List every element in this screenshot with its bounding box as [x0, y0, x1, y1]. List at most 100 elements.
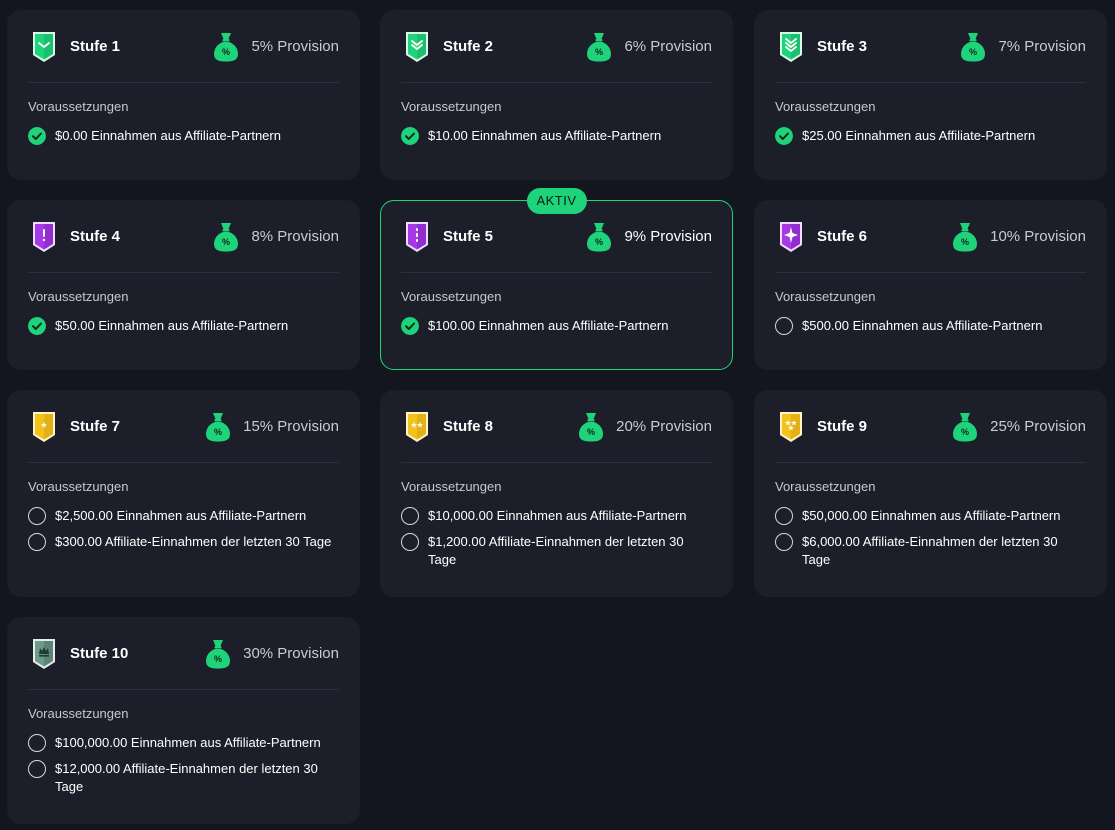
provision: 8% Provision [213, 222, 339, 252]
requirement-item: $25.00 Einnahmen aus Affiliate-Partnern [775, 127, 1086, 145]
provision-label: 9% Provision [624, 228, 712, 245]
empty-circle-icon [401, 533, 419, 551]
requirement-item: $0.00 Einnahmen aus Affiliate-Partnern [28, 127, 339, 145]
green-shield-chevron-1-icon [28, 31, 70, 63]
level-card-8: ★ ★ Stufe 8 20% Provision Voraussetzungen… [380, 390, 733, 597]
level-name: Stufe 10 [70, 645, 129, 662]
provision: 7% Provision [960, 32, 1086, 62]
requirement-text: $100.00 Einnahmen aus Affiliate-Partnern [428, 318, 669, 333]
money-bag-icon [213, 32, 239, 62]
empty-circle-icon [775, 507, 793, 525]
purple-shield-star-icon [775, 221, 817, 253]
requirements: Voraussetzungen $2,500.00 Einnahmen aus … [28, 463, 339, 565]
purple-shield-2-icon [401, 221, 443, 253]
level-header: Stufe 10 30% Provision [28, 618, 339, 690]
requirement-item: $10,000.00 Einnahmen aus Affiliate-Partn… [401, 507, 712, 525]
level-card-3: Stufe 3 7% Provision Voraussetzungen $25… [754, 10, 1107, 180]
money-bag-icon [213, 222, 239, 252]
empty-circle-icon [28, 507, 46, 525]
level-card-10: Stufe 10 30% Provision Voraussetzungen $… [7, 617, 360, 824]
requirements-title: Voraussetzungen [775, 479, 876, 494]
level-header: Stufe 6 10% Provision [775, 201, 1086, 273]
level-header: Stufe 1 5% Provision [28, 11, 339, 83]
provision-label: 6% Provision [624, 38, 712, 55]
requirements: Voraussetzungen $100,000.00 Einnahmen au… [28, 690, 339, 810]
svg-text:★: ★ [40, 420, 47, 429]
level-name: Stufe 2 [443, 38, 494, 55]
requirement-text: $500.00 Einnahmen aus Affiliate-Partnern [802, 318, 1043, 333]
level-name: Stufe 7 [70, 418, 121, 435]
level-name: Stufe 1 [70, 38, 121, 55]
level-card-2: Stufe 2 6% Provision Voraussetzungen $10… [380, 10, 733, 180]
requirement-text: $12,000.00 Affiliate-Einnahmen der letzt… [55, 761, 318, 794]
check-circle-icon [401, 127, 419, 145]
requirement-item: $50,000.00 Einnahmen aus Affiliate-Partn… [775, 507, 1086, 525]
level-name: Stufe 5 [443, 228, 494, 245]
requirement-item: $10.00 Einnahmen aus Affiliate-Partnern [401, 127, 712, 145]
requirement-item: $6,000.00 Affiliate-Einnahmen der letzte… [775, 533, 1086, 569]
requirement-text: $25.00 Einnahmen aus Affiliate-Partnern [802, 128, 1036, 143]
provision: 20% Provision [578, 412, 712, 442]
level-name: Stufe 4 [70, 228, 121, 245]
level-card-4: Stufe 4 8% Provision Voraussetzungen $50… [7, 200, 360, 370]
money-bag-icon [205, 412, 231, 442]
requirements-title: Voraussetzungen [401, 479, 502, 494]
gold-shield-1-star-icon: ★ [28, 411, 70, 443]
requirement-item: $1,200.00 Affiliate-Einnahmen der letzte… [401, 533, 712, 569]
level-header: Stufe 5 9% Provision [401, 201, 712, 273]
requirement-item: $100,000.00 Einnahmen aus Affiliate-Part… [28, 734, 339, 752]
provision-label: 8% Provision [251, 228, 339, 245]
level-name: Stufe 9 [817, 418, 868, 435]
requirements-title: Voraussetzungen [401, 289, 502, 304]
check-circle-icon [28, 317, 46, 335]
empty-circle-icon [775, 317, 793, 335]
check-circle-icon [775, 127, 793, 145]
level-header: Stufe 4 8% Provision [28, 201, 339, 273]
requirements-title: Voraussetzungen [28, 289, 129, 304]
requirement-item: $300.00 Affiliate-Einnahmen der letzten … [28, 533, 339, 551]
level-name: Stufe 3 [817, 38, 868, 55]
check-circle-icon [401, 317, 419, 335]
money-bag-icon [205, 639, 231, 669]
empty-circle-icon [28, 760, 46, 778]
provision-label: 5% Provision [251, 38, 339, 55]
check-circle-icon [28, 127, 46, 145]
money-bag-icon [960, 32, 986, 62]
level-header: Stufe 2 6% Provision [401, 11, 712, 83]
level-name: Stufe 8 [443, 418, 494, 435]
provision-label: 25% Provision [990, 418, 1086, 435]
requirement-text: $10.00 Einnahmen aus Affiliate-Partnern [428, 128, 662, 143]
money-bag-icon [586, 32, 612, 62]
provision: 5% Provision [213, 32, 339, 62]
level-header: ★ Stufe 7 15% Provision [28, 391, 339, 463]
empty-circle-icon [28, 533, 46, 551]
requirement-text: $50,000.00 Einnahmen aus Affiliate-Partn… [802, 508, 1061, 523]
purple-shield-1-icon [28, 221, 70, 253]
level-header: ★ ★ ★ Stufe 9 25% Provision [775, 391, 1086, 463]
requirements-title: Voraussetzungen [28, 479, 129, 494]
requirements-title: Voraussetzungen [28, 706, 129, 721]
requirement-text: $0.00 Einnahmen aus Affiliate-Partnern [55, 128, 281, 143]
money-bag-icon [952, 222, 978, 252]
requirements: Voraussetzungen $10,000.00 Einnahmen aus… [401, 463, 712, 583]
empty-circle-icon [28, 734, 46, 752]
requirements: Voraussetzungen $50,000.00 Einnahmen aus… [775, 463, 1086, 583]
requirement-text: $50.00 Einnahmen aus Affiliate-Partnern [55, 318, 289, 333]
requirement-item: $2,500.00 Einnahmen aus Affiliate-Partne… [28, 507, 339, 525]
provision-label: 7% Provision [998, 38, 1086, 55]
green-shield-chevron-3-icon [775, 31, 817, 63]
requirements: Voraussetzungen $0.00 Einnahmen aus Affi… [28, 83, 339, 159]
provision: 25% Provision [952, 412, 1086, 442]
money-bag-icon [952, 412, 978, 442]
requirements: Voraussetzungen $500.00 Einnahmen aus Af… [775, 273, 1086, 349]
requirement-text: $2,500.00 Einnahmen aus Affiliate-Partne… [55, 508, 307, 523]
gold-shield-2-star-icon: ★ ★ [401, 411, 443, 443]
silver-shield-crown-icon [28, 638, 70, 670]
requirements-title: Voraussetzungen [775, 289, 876, 304]
level-name: Stufe 6 [817, 228, 868, 245]
requirements-title: Voraussetzungen [775, 99, 876, 114]
requirement-item: $50.00 Einnahmen aus Affiliate-Partnern [28, 317, 339, 335]
requirements-title: Voraussetzungen [401, 99, 502, 114]
requirement-text: $100,000.00 Einnahmen aus Affiliate-Part… [55, 735, 321, 750]
money-bag-icon [586, 222, 612, 252]
